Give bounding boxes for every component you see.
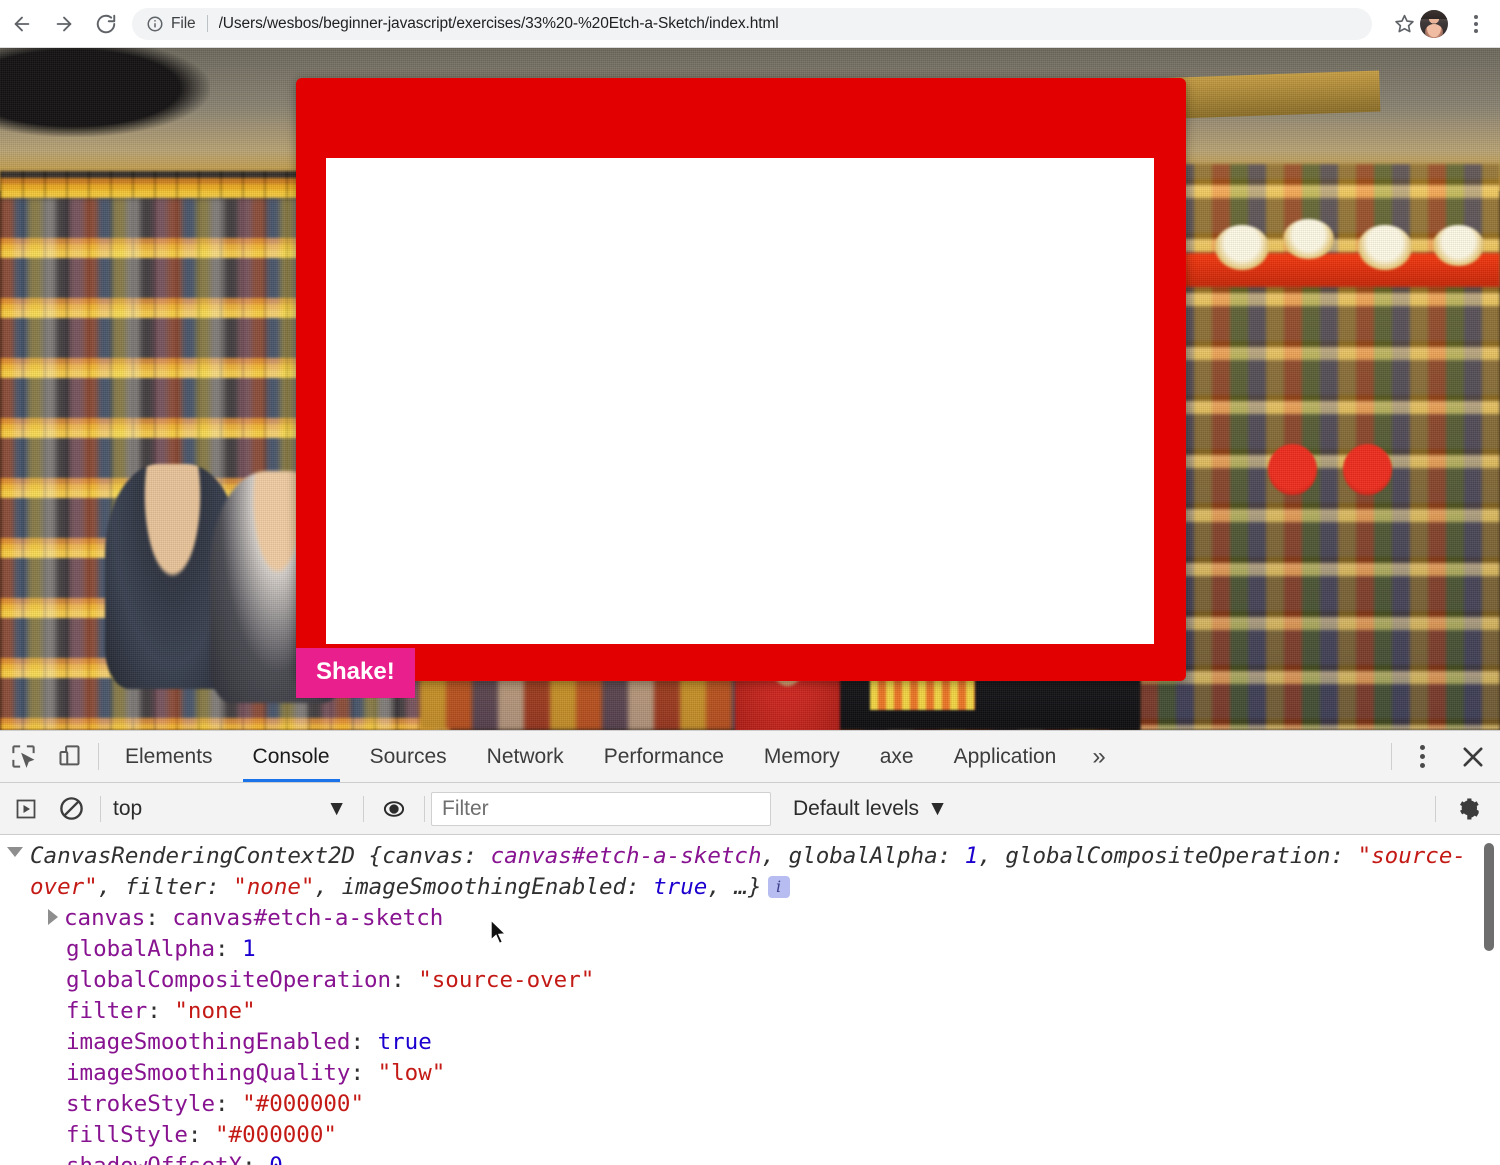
url-text: /Users/wesbos/beginner-javascript/exerci… — [219, 15, 779, 33]
object-type-label: CanvasRenderingContext2D — [30, 843, 355, 869]
omnibox-divider — [207, 15, 208, 32]
property-name-gco: globalCompositeOperation — [66, 967, 391, 993]
bookmark-star-icon[interactable] — [1388, 8, 1420, 40]
devtools-panel: Elements Console Sources Network Perform… — [0, 730, 1500, 1165]
property-value-globalalpha: 1 — [242, 936, 256, 962]
property-name-canvas: canvas — [64, 905, 145, 931]
devtools-tab-list: Elements Console Sources Network Perform… — [105, 731, 1385, 782]
property-value-fillstyle: "#000000" — [215, 1122, 337, 1148]
property-name-fillstyle: fillStyle — [66, 1122, 188, 1148]
property-row-shadowoffsetx[interactable]: shadowOffsetX: 0 — [0, 1151, 1500, 1165]
shake-button[interactable]: Shake! — [296, 648, 415, 698]
property-name-filter: filter — [66, 998, 147, 1024]
object-preview: CanvasRenderingContext2D {canvas: canvas… — [30, 841, 1500, 903]
property-name-ise: imageSmoothingEnabled — [66, 1029, 350, 1055]
mouse-cursor — [489, 919, 509, 947]
etch-a-sketch-frame — [296, 78, 1186, 681]
property-name-isq: imageSmoothingQuality — [66, 1060, 350, 1086]
property-value-ise: true — [378, 1029, 432, 1055]
close-icon[interactable] — [1446, 731, 1500, 782]
console-message-row[interactable]: CanvasRenderingContext2D {canvas: canvas… — [0, 841, 1500, 903]
tab-network[interactable]: Network — [467, 731, 584, 782]
property-name-shadowoffsetx: shadowOffsetX — [66, 1153, 242, 1165]
toolbar-divider-2 — [363, 796, 364, 822]
chevron-down-icon: ▼ — [326, 797, 347, 821]
browser-toolbar: File /Users/wesbos/beginner-javascript/e… — [0, 0, 1500, 48]
address-bar[interactable]: File /Users/wesbos/beginner-javascript/e… — [132, 8, 1372, 40]
toolbar-divider-4 — [1435, 796, 1436, 822]
property-text-canvas: canvas: canvas#etch-a-sketch — [64, 903, 443, 934]
device-toolbar-icon[interactable] — [46, 731, 92, 782]
property-value-filter: "none" — [174, 998, 255, 1024]
console-toolbar: top ▼ Default levels ▼ — [0, 783, 1500, 835]
property-name-globalalpha: globalAlpha — [66, 936, 215, 962]
preview-filter-value: "none" — [233, 874, 314, 900]
expand-toggle-root[interactable] — [0, 841, 30, 857]
property-row-filter[interactable]: filter: "none" — [0, 996, 1500, 1027]
tab-console[interactable]: Console — [233, 731, 350, 782]
console-output[interactable]: CanvasRenderingContext2D {canvas: canvas… — [0, 835, 1500, 1165]
inspect-element-icon[interactable] — [0, 731, 46, 782]
execution-context-value: top — [113, 797, 142, 821]
preview-canvas-value: canvas#etch-a-sketch — [491, 843, 762, 869]
settings-gear-icon[interactable] — [1442, 795, 1496, 823]
forward-button[interactable] — [44, 4, 84, 44]
property-row-gco[interactable]: globalCompositeOperation: "source-over" — [0, 965, 1500, 996]
chrome-menu-kebab-icon[interactable] — [1458, 6, 1494, 42]
property-row-globalalpha[interactable]: globalAlpha: 1 — [0, 934, 1500, 965]
property-value-gco: "source-over" — [418, 967, 594, 993]
actions-divider — [1391, 743, 1392, 770]
preview-globalalpha-value: 1 — [965, 843, 979, 869]
live-expression-eye-icon[interactable] — [370, 796, 418, 822]
reload-button[interactable] — [86, 4, 126, 44]
property-value-shadowoffsetx: 0 — [269, 1153, 283, 1165]
tab-memory[interactable]: Memory — [744, 731, 860, 782]
avatar[interactable] — [1420, 10, 1448, 38]
drawing-canvas[interactable] — [326, 158, 1154, 644]
info-circle-icon[interactable] — [146, 15, 164, 33]
devtools-tabbar: Elements Console Sources Network Perform… — [0, 731, 1500, 783]
property-row-canvas[interactable]: canvas: canvas#etch-a-sketch — [0, 903, 1500, 934]
preview-ise-value: true — [653, 874, 707, 900]
tab-axe[interactable]: axe — [860, 731, 934, 782]
property-row-strokestyle[interactable]: strokeStyle: "#000000" — [0, 1089, 1500, 1120]
panel-kebab-icon[interactable] — [1398, 731, 1446, 782]
property-row-isq[interactable]: imageSmoothingQuality: "low" — [0, 1058, 1500, 1089]
property-name-strokestyle: strokeStyle — [66, 1091, 215, 1117]
execution-context-icon[interactable] — [4, 797, 48, 821]
more-tabs-chevron-icon[interactable]: » — [1076, 731, 1121, 782]
toolbar-divider-3 — [424, 796, 425, 822]
tab-sources[interactable]: Sources — [350, 731, 467, 782]
page-viewport: Shake! — [0, 48, 1500, 730]
devtools-tabbar-actions — [1385, 731, 1500, 782]
log-levels-label: Default levels — [793, 797, 919, 821]
info-badge-icon[interactable]: i — [768, 876, 790, 898]
property-value-strokestyle: "#000000" — [242, 1091, 364, 1117]
toolbar-divider-1 — [100, 796, 101, 822]
chevron-down-icon-root — [7, 847, 23, 857]
tab-application[interactable]: Application — [934, 731, 1077, 782]
tabbar-divider — [98, 743, 99, 770]
chevron-right-icon-canvas — [48, 909, 58, 925]
chevron-down-icon-levels: ▼ — [927, 797, 948, 821]
log-levels-select[interactable]: Default levels ▼ — [793, 797, 948, 821]
execution-context-select[interactable]: top ▼ — [107, 794, 357, 824]
clear-console-icon[interactable] — [48, 795, 94, 822]
preview-ellipsis: , …} — [707, 874, 761, 900]
navigation-buttons — [0, 4, 126, 44]
tab-elements[interactable]: Elements — [105, 731, 233, 782]
property-value-canvas: canvas#etch-a-sketch — [172, 905, 443, 931]
tab-performance[interactable]: Performance — [584, 731, 744, 782]
property-value-isq: "low" — [378, 1060, 446, 1086]
filter-input[interactable] — [431, 792, 771, 826]
expand-toggle-canvas[interactable] — [0, 903, 64, 925]
property-row-ise[interactable]: imageSmoothingEnabled: true — [0, 1027, 1500, 1058]
property-row-fillstyle[interactable]: fillStyle: "#000000" — [0, 1120, 1500, 1151]
back-button[interactable] — [2, 4, 42, 44]
url-scheme-label: File — [171, 15, 196, 33]
